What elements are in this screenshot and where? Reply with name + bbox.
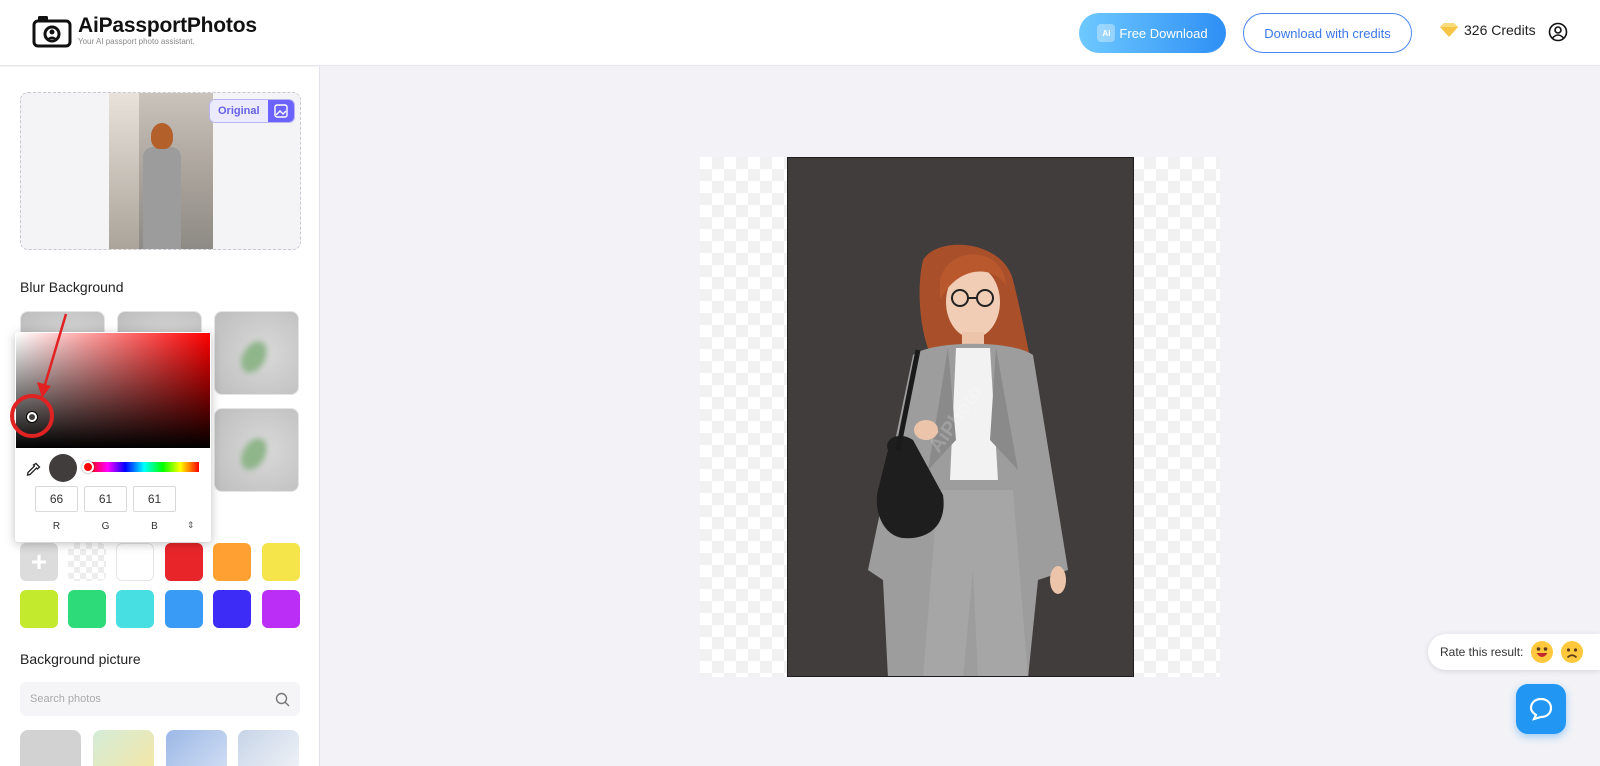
- rate-result-widget: Rate this result:: [1428, 634, 1600, 670]
- swatch-cyan[interactable]: [116, 590, 154, 628]
- blue-label: B: [151, 521, 158, 532]
- background-picture-title: Background picture: [20, 651, 141, 667]
- blur-option-3[interactable]: [214, 311, 299, 395]
- person-cutout-image: [868, 244, 1068, 676]
- blur-option-4[interactable]: [214, 408, 299, 492]
- annotation-highlight-circle: [10, 394, 54, 438]
- preview-canvas: AiPhoto: [700, 157, 1220, 677]
- green-label: G: [101, 521, 110, 532]
- happy-face-icon[interactable]: [1531, 641, 1554, 663]
- selected-color-preview: [49, 454, 77, 482]
- hue-slider[interactable]: [89, 462, 199, 472]
- background-picture-thumb-1[interactable]: [20, 730, 81, 766]
- camera-logo-icon: [32, 16, 72, 48]
- search-icon[interactable]: [275, 692, 290, 707]
- background-picture-thumb-3[interactable]: [166, 730, 227, 766]
- swatch-purple[interactable]: [262, 590, 300, 628]
- free-download-label: Free Download: [1119, 25, 1208, 41]
- green-value-input[interactable]: [84, 486, 127, 512]
- swatch-green[interactable]: [68, 590, 106, 628]
- background-picture-thumb-2[interactable]: [93, 730, 154, 766]
- eyedropper-icon[interactable]: [25, 462, 41, 478]
- red-label: R: [52, 521, 61, 532]
- blue-value-input[interactable]: [133, 486, 176, 512]
- red-value-input[interactable]: [35, 486, 78, 512]
- original-photo-panel[interactable]: Original: [20, 92, 301, 250]
- logo-tagline: Your AI passport photo assistant.: [78, 37, 195, 46]
- credits-balance[interactable]: 326 Credits: [1440, 22, 1536, 38]
- swatch-red[interactable]: [165, 543, 203, 581]
- gem-icon: [1440, 23, 1458, 37]
- logo-title: AiPassportPhotos: [78, 14, 257, 37]
- hue-slider-handle[interactable]: [82, 461, 94, 473]
- annotation-arrow-icon: [37, 313, 68, 398]
- ai-badge-icon: AI: [1097, 24, 1116, 42]
- original-photo-thumbnail: [109, 93, 213, 249]
- result-photo: AiPhoto: [787, 157, 1134, 677]
- swatch-indigo[interactable]: [213, 590, 251, 628]
- free-download-button[interactable]: AI Free Download: [1079, 13, 1226, 53]
- swatch-transparent[interactable]: [68, 543, 106, 581]
- compare-image-icon: [273, 104, 288, 118]
- download-with-credits-button[interactable]: Download with credits: [1243, 13, 1412, 53]
- swatch-yellow[interactable]: [262, 543, 300, 581]
- color-mode-toggle-icon[interactable]: ⇕: [187, 520, 195, 531]
- original-toggle[interactable]: Original: [209, 99, 295, 123]
- top-header: AiPassportPhotos Your AI passport photo …: [0, 0, 1600, 66]
- logo[interactable]: AiPassportPhotos Your AI passport photo …: [32, 14, 257, 48]
- search-photos-input[interactable]: [30, 693, 275, 705]
- swatch-lime[interactable]: [20, 590, 58, 628]
- swatch-blue[interactable]: [165, 590, 203, 628]
- chat-bubble-icon: [1529, 697, 1553, 721]
- add-custom-color-button[interactable]: +: [20, 543, 58, 581]
- original-badge-label: Original: [210, 100, 268, 122]
- search-photos-field[interactable]: [20, 682, 300, 716]
- sad-face-icon[interactable]: [1561, 641, 1584, 663]
- swatch-orange[interactable]: [213, 543, 251, 581]
- blur-background-title: Blur Background: [20, 279, 124, 295]
- background-picture-thumb-4[interactable]: [238, 730, 299, 766]
- swatch-white[interactable]: [116, 543, 154, 581]
- rate-label: Rate this result:: [1440, 645, 1524, 659]
- chat-support-button[interactable]: [1516, 684, 1566, 734]
- credits-text: 326 Credits: [1464, 22, 1536, 38]
- user-account-icon[interactable]: [1548, 22, 1568, 42]
